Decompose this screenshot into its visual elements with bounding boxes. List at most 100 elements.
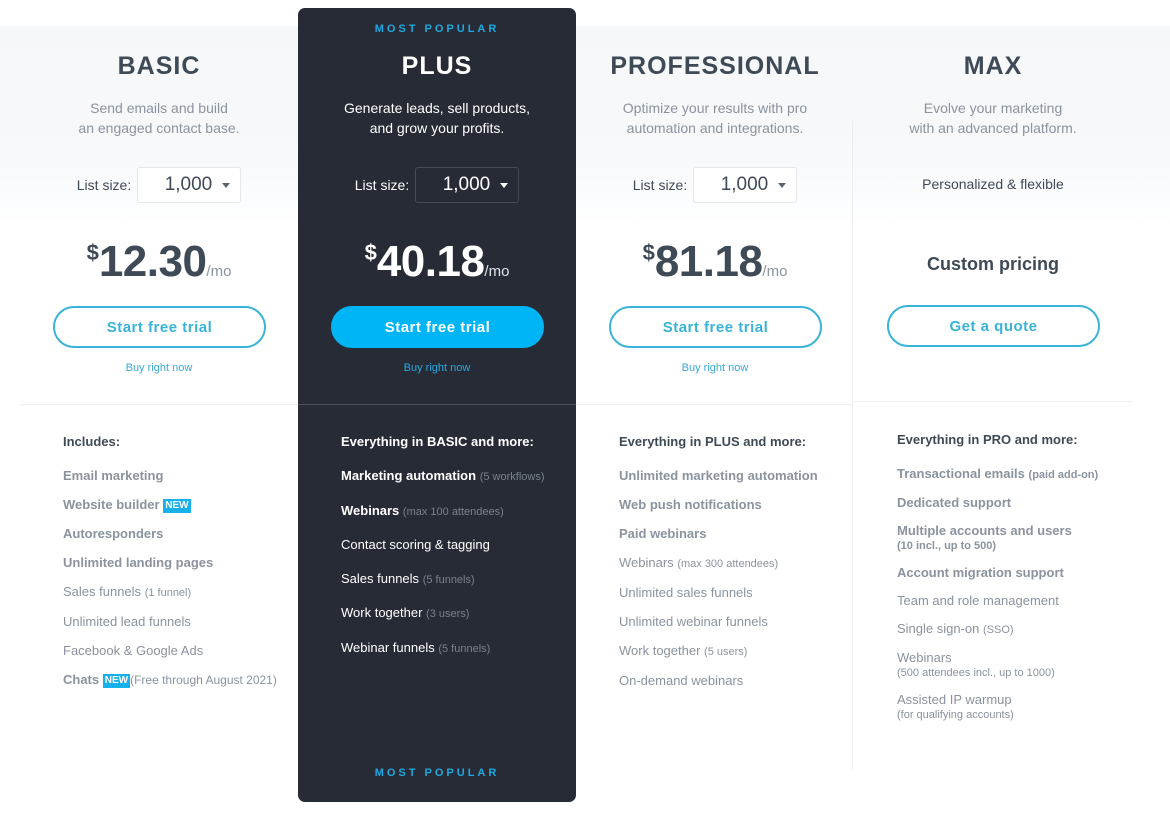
feature-item: Work together (3 users) xyxy=(341,605,470,620)
feature-note: (3 users) xyxy=(426,608,470,620)
feature-item: Webinars (500 attendees incl., up to 1000… xyxy=(897,650,1127,680)
price-currency: $ xyxy=(642,240,655,265)
pricing-plans: BASIC Send emails and build an engaged c… xyxy=(20,0,1132,815)
list-size-row: List size: 1,000 xyxy=(20,166,298,204)
features-heading: Everything in PLUS and more: xyxy=(619,434,807,449)
feature-list: Everything in PRO and more: Transactiona… xyxy=(897,432,1127,734)
features-heading: Includes: xyxy=(63,434,121,449)
feature-item: Assisted IP warmup (for qualifying accoun… xyxy=(897,692,1127,722)
start-free-trial-button[interactable]: Start free trial xyxy=(331,306,544,348)
buy-right-now-link[interactable]: Buy right now xyxy=(20,362,298,374)
plan-description-line: Optimize your results with pro xyxy=(622,100,808,116)
plan-description-line: and grow your profits. xyxy=(369,120,505,136)
list-size-value: 1,000 xyxy=(164,174,213,195)
caret-down-icon xyxy=(778,182,787,188)
feature-item: Chats NEW (Free through August 2021) xyxy=(63,672,277,688)
buy-right-now-link[interactable]: Buy right now xyxy=(298,362,576,374)
price: $ 81.18 /mo xyxy=(576,238,854,286)
feature-item: Multiple accounts and users (10 incl., up… xyxy=(897,523,1127,553)
plan-description: Send emails and build an engaged contact… xyxy=(40,98,278,138)
feature-note: (Free through August 2021) xyxy=(130,673,277,687)
list-size-select[interactable]: 1,000 xyxy=(415,167,520,203)
feature-item: Email marketing xyxy=(63,468,164,483)
feature-note: (5 funnels) xyxy=(422,573,475,586)
price-amount: 12.30 xyxy=(98,237,207,286)
feature-item: Team and role management xyxy=(897,593,1059,608)
plan-description-line: automation and integrations. xyxy=(626,120,804,136)
features-heading: Everything in PRO and more: xyxy=(897,432,1078,447)
feature-item: Sales funnels (1 funnel) xyxy=(63,584,192,599)
start-free-trial-button[interactable]: Start free trial xyxy=(609,306,822,348)
plan-description-line: Evolve your marketing xyxy=(923,100,1063,116)
caret-down-icon xyxy=(222,182,231,188)
feature-note: (5 funnels) xyxy=(438,642,491,655)
price-period: /mo xyxy=(484,263,510,280)
feature-item: Sales funnels (5 funnels) xyxy=(341,570,475,586)
feature-item: Unlimited webinar funnels xyxy=(619,614,768,629)
feature-item: Unlimited lead funnels xyxy=(63,614,191,629)
price-period: /mo xyxy=(762,263,788,280)
list-size-row: List size: 1,000 xyxy=(576,166,854,204)
plan-card-plus: MOST POPULAR PLUS Generate leads, sell p… xyxy=(298,8,576,802)
feature-item: Facebook & Google Ads xyxy=(63,643,204,658)
plan-name: MAX xyxy=(963,52,1023,80)
price: $ 12.30 /mo xyxy=(20,238,298,286)
buy-right-now-link[interactable]: Buy right now xyxy=(576,362,854,374)
price-period: /mo xyxy=(206,263,232,280)
feature-item: Website builder NEW xyxy=(63,497,191,513)
list-size-row: List size: 1,000 xyxy=(298,166,576,204)
list-size-select[interactable]: 1,000 xyxy=(693,167,798,203)
plan-card-max: MAX Evolve your marketing with an advanc… xyxy=(854,0,1132,815)
features-heading: Everything in BASIC and more: xyxy=(341,434,534,449)
list-size-select[interactable]: 1,000 xyxy=(137,167,242,203)
feature-note: (max 100 attendees) xyxy=(402,505,504,518)
feature-note: (5 workflows) xyxy=(479,471,545,483)
feature-item: Webinars (max 300 attendees) xyxy=(619,555,779,570)
feature-note: (1 funnel) xyxy=(144,587,192,599)
divider xyxy=(298,404,576,405)
feature-item: Transactional emails (paid add-on) xyxy=(897,466,1099,481)
feature-list: Everything in PLUS and more: Unlimited m… xyxy=(619,434,849,702)
price-amount: 81.18 xyxy=(654,237,763,286)
list-size-value: 1,000 xyxy=(442,174,491,195)
feature-list: Includes: Email marketing Website builde… xyxy=(63,434,293,701)
list-size-label: List size: xyxy=(76,177,132,193)
most-popular-label: MOST POPULAR xyxy=(374,23,500,35)
plan-description-line: Generate leads, sell products, xyxy=(344,100,530,116)
feature-item: On-demand webinars xyxy=(619,673,744,688)
feature-subnote: (for qualifying accounts) xyxy=(897,709,1014,721)
feature-note: (SSO) xyxy=(983,624,1014,636)
feature-item: Autoresponders xyxy=(63,526,164,541)
personalized-note: Personalized & flexible xyxy=(922,176,1064,192)
plan-description-line: Send emails and build xyxy=(90,100,228,116)
start-free-trial-button[interactable]: Start free trial xyxy=(53,306,266,348)
plan-card-professional: PROFESSIONAL Optimize your results with … xyxy=(576,0,854,815)
new-badge: NEW xyxy=(102,674,131,688)
plan-card-basic: BASIC Send emails and build an engaged c… xyxy=(20,0,298,815)
feature-note: (max 300 attendees) xyxy=(677,558,779,570)
price-amount: 40.18 xyxy=(376,237,485,286)
list-size-label: List size: xyxy=(632,177,688,193)
feature-subnote: (500 attendees incl., up to 1000) xyxy=(897,667,1055,679)
feature-item: Webinars (max 100 attendees) xyxy=(341,502,504,518)
plan-description: Generate leads, sell products, and grow … xyxy=(318,98,556,138)
plan-description-line: an engaged contact base. xyxy=(78,120,240,136)
feature-subnote: (10 incl., up to 500) xyxy=(897,540,997,552)
price: $ 40.18 /mo xyxy=(298,238,576,286)
plan-description: Evolve your marketing with an advanced p… xyxy=(874,98,1112,138)
price-currency: $ xyxy=(86,240,99,265)
feature-item: Unlimited landing pages xyxy=(63,555,214,570)
plan-name: BASIC xyxy=(117,52,201,80)
feature-item: Contact scoring & tagging xyxy=(341,537,490,552)
list-size-label: List size: xyxy=(354,177,410,193)
feature-item: Work together (5 users) xyxy=(619,643,748,658)
get-a-quote-button[interactable]: Get a quote xyxy=(887,305,1100,347)
feature-item: Unlimited marketing automation xyxy=(619,468,818,483)
new-badge: NEW xyxy=(163,499,191,513)
most-popular-label: MOST POPULAR xyxy=(374,767,500,779)
feature-item: Paid webinars xyxy=(619,526,707,541)
plan-description-line: with an advanced platform. xyxy=(909,120,1077,136)
plan-name: PLUS xyxy=(401,52,473,80)
feature-item: Account migration support xyxy=(897,565,1064,580)
feature-item: Marketing automation (5 workflows) xyxy=(341,468,545,483)
